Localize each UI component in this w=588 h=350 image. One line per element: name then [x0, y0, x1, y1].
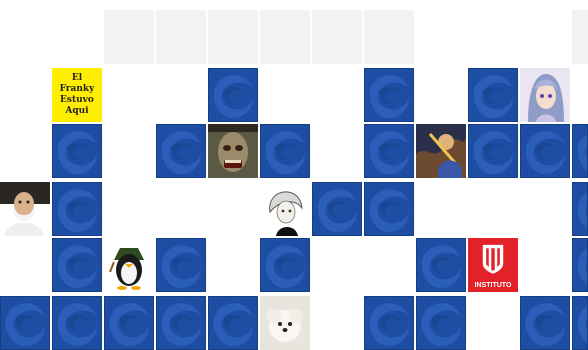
card-back-swirl-icon	[161, 303, 201, 347]
card-back[interactable]	[52, 124, 102, 178]
instituto-shield-icon	[482, 244, 504, 274]
card-back-swirl-icon	[421, 303, 461, 347]
header-cell	[572, 10, 588, 64]
card-back[interactable]	[208, 296, 258, 350]
white-hair-card[interactable]	[260, 182, 310, 236]
card-back-swirl-icon	[577, 306, 587, 343]
header-cell	[104, 10, 154, 64]
header-cell	[364, 10, 414, 64]
card-back-swirl-icon	[213, 303, 253, 347]
card-back[interactable]	[0, 296, 50, 350]
card-back[interactable]	[416, 296, 466, 350]
card-back-swirl-icon	[161, 245, 201, 289]
card-back[interactable]	[156, 296, 206, 350]
card-back[interactable]	[156, 124, 206, 178]
header-cell	[208, 10, 258, 64]
card-back[interactable]	[312, 182, 362, 236]
card-back-swirl-icon	[109, 303, 149, 347]
card-back[interactable]	[572, 296, 588, 350]
card-back-swirl-icon	[525, 303, 565, 347]
card-back[interactable]	[364, 124, 414, 178]
card-back[interactable]	[520, 124, 570, 178]
anime-girl-card[interactable]	[520, 68, 570, 122]
white-hair-anime-icon	[260, 182, 310, 236]
card-back-swirl-icon	[265, 131, 305, 175]
instituto-label: INSTITUTO	[474, 282, 512, 289]
card-back[interactable]	[520, 296, 570, 350]
fantasy-warrior-icon	[416, 124, 466, 178]
franky-note-card[interactable]: El Franky Estuvo Aqui	[52, 68, 102, 122]
card-back[interactable]	[156, 238, 206, 292]
header-cell	[260, 10, 310, 64]
card-back-swirl-icon	[213, 75, 253, 119]
card-back-swirl-icon	[369, 189, 409, 233]
card-back[interactable]	[416, 238, 466, 292]
instituto-card[interactable]: INSTITUTO	[468, 238, 518, 292]
card-back[interactable]	[52, 238, 102, 292]
card-back-swirl-icon	[57, 131, 97, 175]
memory-board: El Franky Estuvo Aqui INSTITUTO	[0, 0, 588, 350]
warrior-card[interactable]	[416, 124, 466, 178]
card-back[interactable]	[52, 296, 102, 350]
card-back-swirl-icon	[5, 303, 45, 347]
card-back-swirl-icon	[57, 189, 97, 233]
card-back[interactable]	[468, 68, 518, 122]
card-back-swirl-icon	[473, 75, 513, 119]
card-back[interactable]	[208, 68, 258, 122]
white-puppy-icon	[260, 296, 310, 350]
card-back[interactable]	[468, 124, 518, 178]
card-back[interactable]	[52, 182, 102, 236]
card-back[interactable]	[364, 296, 414, 350]
card-back-swirl-icon	[161, 131, 201, 175]
card-back-swirl-icon	[369, 303, 409, 347]
card-back[interactable]	[364, 68, 414, 122]
card-back-swirl-icon	[421, 245, 461, 289]
penguin-mascot-icon	[104, 238, 154, 292]
card-back-swirl-icon	[57, 245, 97, 289]
header-cell	[156, 10, 206, 64]
card-back-swirl-icon	[369, 131, 409, 175]
card-back-swirl-icon	[317, 189, 357, 233]
card-back-swirl-icon	[577, 248, 587, 285]
puppy-card[interactable]	[260, 296, 310, 350]
card-back-swirl-icon	[577, 134, 587, 171]
zombie-card[interactable]	[208, 124, 258, 178]
card-back-swirl-icon	[369, 75, 409, 119]
card-back[interactable]	[572, 124, 588, 178]
card-back[interactable]	[260, 124, 310, 178]
card-back-swirl-icon	[265, 245, 305, 289]
header-cell	[312, 10, 362, 64]
card-back-swirl-icon	[57, 303, 97, 347]
card-back[interactable]	[572, 238, 588, 292]
card-back[interactable]	[260, 238, 310, 292]
old-man-portrait-icon	[0, 182, 50, 236]
anime-girl-icon	[520, 68, 570, 122]
old-man-card[interactable]	[0, 182, 50, 236]
card-back[interactable]	[572, 182, 588, 236]
card-back-swirl-icon	[525, 131, 565, 175]
card-back-swirl-icon	[577, 192, 587, 229]
card-back[interactable]	[364, 182, 414, 236]
zombie-face-icon	[208, 124, 258, 178]
card-back-swirl-icon	[473, 131, 513, 175]
penguin-card[interactable]	[104, 238, 154, 292]
card-back[interactable]	[104, 296, 154, 350]
franky-note-text: El Franky Estuvo Aqui	[59, 73, 95, 116]
